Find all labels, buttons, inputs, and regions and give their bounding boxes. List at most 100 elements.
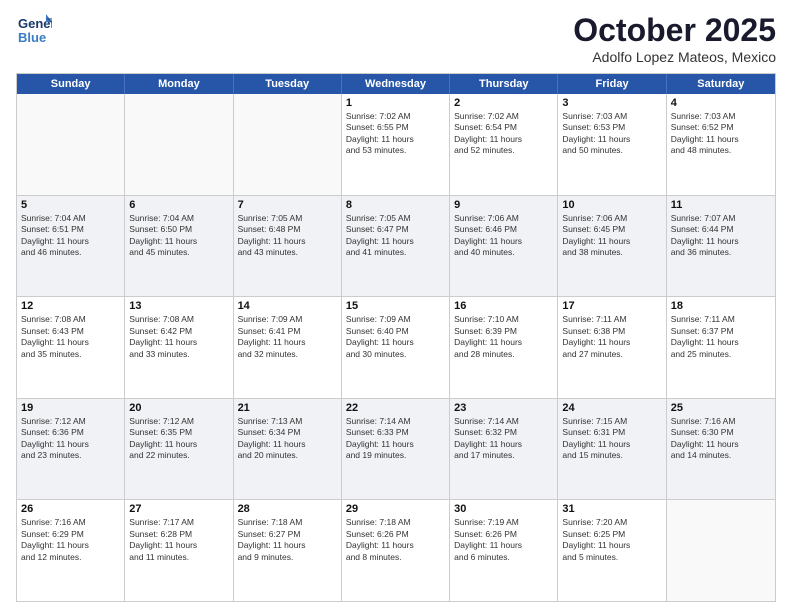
day-number: 10 [562,199,661,211]
calendar-cell: 7Sunrise: 7:05 AM Sunset: 6:48 PM Daylig… [234,196,342,297]
day-info: Sunrise: 7:04 AM Sunset: 6:50 PM Dayligh… [129,213,228,259]
weekday-header: Saturday [667,74,775,94]
day-info: Sunrise: 7:05 AM Sunset: 6:48 PM Dayligh… [238,213,337,259]
calendar-cell: 12 Sunrise: 7:08 AM Sunset: 6:43 PM Dayli… [17,297,125,398]
calendar-cell [234,94,342,195]
day-number: 15 [346,300,445,312]
day-number: 17 [562,300,661,312]
day-info: Sunrise: 7:08 AM Sunset: 6:43 PM Dayligh… [21,314,120,360]
day-number: 12 [21,300,120,312]
day-info: Sunrise: 7:03 AM Sunset: 6:53 PM Dayligh… [562,111,661,157]
calendar-cell [667,500,775,601]
day-number: 2 [454,97,553,109]
day-info: Sunrise: 7:07 AM Sunset: 6:44 PM Dayligh… [671,213,771,259]
calendar-cell: 31Sunrise: 7:20 AM Sunset: 6:25 PM Dayli… [558,500,666,601]
calendar-cell: 5 Sunrise: 7:04 AM Sunset: 6:51 PM Daylig… [17,196,125,297]
day-number: 8 [346,199,445,211]
calendar-cell: 4Sunrise: 7:03 AM Sunset: 6:52 PM Daylig… [667,94,775,195]
calendar: SundayMondayTuesdayWednesdayThursdayFrid… [16,73,776,602]
calendar-cell: 20Sunrise: 7:12 AM Sunset: 6:35 PM Dayli… [125,399,233,500]
day-info: Sunrise: 7:12 AM Sunset: 6:36 PM Dayligh… [21,416,120,462]
day-info: Sunrise: 7:09 AM Sunset: 6:41 PM Dayligh… [238,314,337,360]
day-number: 27 [129,503,228,515]
day-info: Sunrise: 7:08 AM Sunset: 6:42 PM Dayligh… [129,314,228,360]
day-info: Sunrise: 7:11 AM Sunset: 6:37 PM Dayligh… [671,314,771,360]
day-info: Sunrise: 7:03 AM Sunset: 6:52 PM Dayligh… [671,111,771,157]
day-info: Sunrise: 7:14 AM Sunset: 6:33 PM Dayligh… [346,416,445,462]
day-info: Sunrise: 7:06 AM Sunset: 6:45 PM Dayligh… [562,213,661,259]
calendar-cell: 29 Sunrise: 7:18 AM Sunset: 6:26 PM Dayli… [342,500,450,601]
day-number: 30 [454,503,553,515]
weekday-header: Monday [125,74,233,94]
calendar-cell: 10 Sunrise: 7:06 AM Sunset: 6:45 PM Dayli… [558,196,666,297]
calendar-cell: 16Sunrise: 7:10 AM Sunset: 6:39 PM Dayli… [450,297,558,398]
calendar-cell: 2 Sunrise: 7:02 AM Sunset: 6:54 PM Daylig… [450,94,558,195]
day-number: 25 [671,402,771,414]
calendar-cell: 18 Sunrise: 7:11 AM Sunset: 6:37 PM Dayli… [667,297,775,398]
calendar-cell: 27 Sunrise: 7:17 AM Sunset: 6:28 PM Dayli… [125,500,233,601]
calendar-cell: 13 Sunrise: 7:08 AM Sunset: 6:42 PM Dayli… [125,297,233,398]
day-info: Sunrise: 7:02 AM Sunset: 6:54 PM Dayligh… [454,111,553,157]
day-info: Sunrise: 7:14 AM Sunset: 6:32 PM Dayligh… [454,416,553,462]
calendar-cell: 1Sunrise: 7:02 AM Sunset: 6:55 PM Daylig… [342,94,450,195]
day-number: 13 [129,300,228,312]
weekday-header: Wednesday [342,74,450,94]
calendar-cell: 3 Sunrise: 7:03 AM Sunset: 6:53 PM Daylig… [558,94,666,195]
calendar-cell: 6 Sunrise: 7:04 AM Sunset: 6:50 PM Daylig… [125,196,233,297]
day-number: 23 [454,402,553,414]
day-number: 26 [21,503,120,515]
day-number: 14 [238,300,337,312]
day-info: Sunrise: 7:13 AM Sunset: 6:34 PM Dayligh… [238,416,337,462]
calendar-row: 12 Sunrise: 7:08 AM Sunset: 6:43 PM Dayli… [17,297,775,399]
calendar-cell: 17 Sunrise: 7:11 AM Sunset: 6:38 PM Dayli… [558,297,666,398]
day-info: Sunrise: 7:11 AM Sunset: 6:38 PM Dayligh… [562,314,661,360]
day-number: 24 [562,402,661,414]
day-info: Sunrise: 7:05 AM Sunset: 6:47 PM Dayligh… [346,213,445,259]
day-info: Sunrise: 7:18 AM Sunset: 6:26 PM Dayligh… [346,517,445,563]
svg-text:Blue: Blue [18,30,46,45]
day-number: 3 [562,97,661,109]
day-number: 29 [346,503,445,515]
location-title: Adolfo Lopez Mateos, Mexico [573,49,776,65]
day-number: 11 [671,199,771,211]
day-info: Sunrise: 7:20 AM Sunset: 6:25 PM Dayligh… [562,517,661,563]
day-info: Sunrise: 7:19 AM Sunset: 6:26 PM Dayligh… [454,517,553,563]
month-title: October 2025 [573,12,776,49]
calendar-cell [17,94,125,195]
day-info: Sunrise: 7:04 AM Sunset: 6:51 PM Dayligh… [21,213,120,259]
logo-icon: General Blue [16,12,52,48]
calendar-cell: 14 Sunrise: 7:09 AM Sunset: 6:41 PM Dayli… [234,297,342,398]
day-number: 16 [454,300,553,312]
calendar-body: 1Sunrise: 7:02 AM Sunset: 6:55 PM Daylig… [17,94,775,601]
calendar-cell: 26 Sunrise: 7:16 AM Sunset: 6:29 PM Dayli… [17,500,125,601]
day-number: 6 [129,199,228,211]
calendar-row: 5 Sunrise: 7:04 AM Sunset: 6:51 PM Daylig… [17,196,775,298]
weekday-header: Friday [558,74,666,94]
day-number: 19 [21,402,120,414]
day-info: Sunrise: 7:09 AM Sunset: 6:40 PM Dayligh… [346,314,445,360]
day-info: Sunrise: 7:12 AM Sunset: 6:35 PM Dayligh… [129,416,228,462]
calendar-row: 26 Sunrise: 7:16 AM Sunset: 6:29 PM Dayli… [17,500,775,601]
calendar-cell: 19 Sunrise: 7:12 AM Sunset: 6:36 PM Dayli… [17,399,125,500]
day-number: 5 [21,199,120,211]
day-info: Sunrise: 7:17 AM Sunset: 6:28 PM Dayligh… [129,517,228,563]
calendar-cell [125,94,233,195]
day-number: 18 [671,300,771,312]
day-info: Sunrise: 7:16 AM Sunset: 6:30 PM Dayligh… [671,416,771,462]
day-info: Sunrise: 7:06 AM Sunset: 6:46 PM Dayligh… [454,213,553,259]
calendar-cell: 28Sunrise: 7:18 AM Sunset: 6:27 PM Dayli… [234,500,342,601]
calendar-cell: 22 Sunrise: 7:14 AM Sunset: 6:33 PM Dayli… [342,399,450,500]
day-number: 1 [346,97,445,109]
weekday-header: Sunday [17,74,125,94]
calendar-cell: 23 Sunrise: 7:14 AM Sunset: 6:32 PM Dayli… [450,399,558,500]
calendar-cell: 8 Sunrise: 7:05 AM Sunset: 6:47 PM Daylig… [342,196,450,297]
day-number: 22 [346,402,445,414]
day-number: 21 [238,402,337,414]
day-info: Sunrise: 7:16 AM Sunset: 6:29 PM Dayligh… [21,517,120,563]
weekday-header: Tuesday [234,74,342,94]
calendar-cell: 11 Sunrise: 7:07 AM Sunset: 6:44 PM Dayli… [667,196,775,297]
day-number: 28 [238,503,337,515]
title-block: October 2025 Adolfo Lopez Mateos, Mexico [573,12,776,65]
calendar-cell: 30 Sunrise: 7:19 AM Sunset: 6:26 PM Dayli… [450,500,558,601]
calendar-cell: 9Sunrise: 7:06 AM Sunset: 6:46 PM Daylig… [450,196,558,297]
